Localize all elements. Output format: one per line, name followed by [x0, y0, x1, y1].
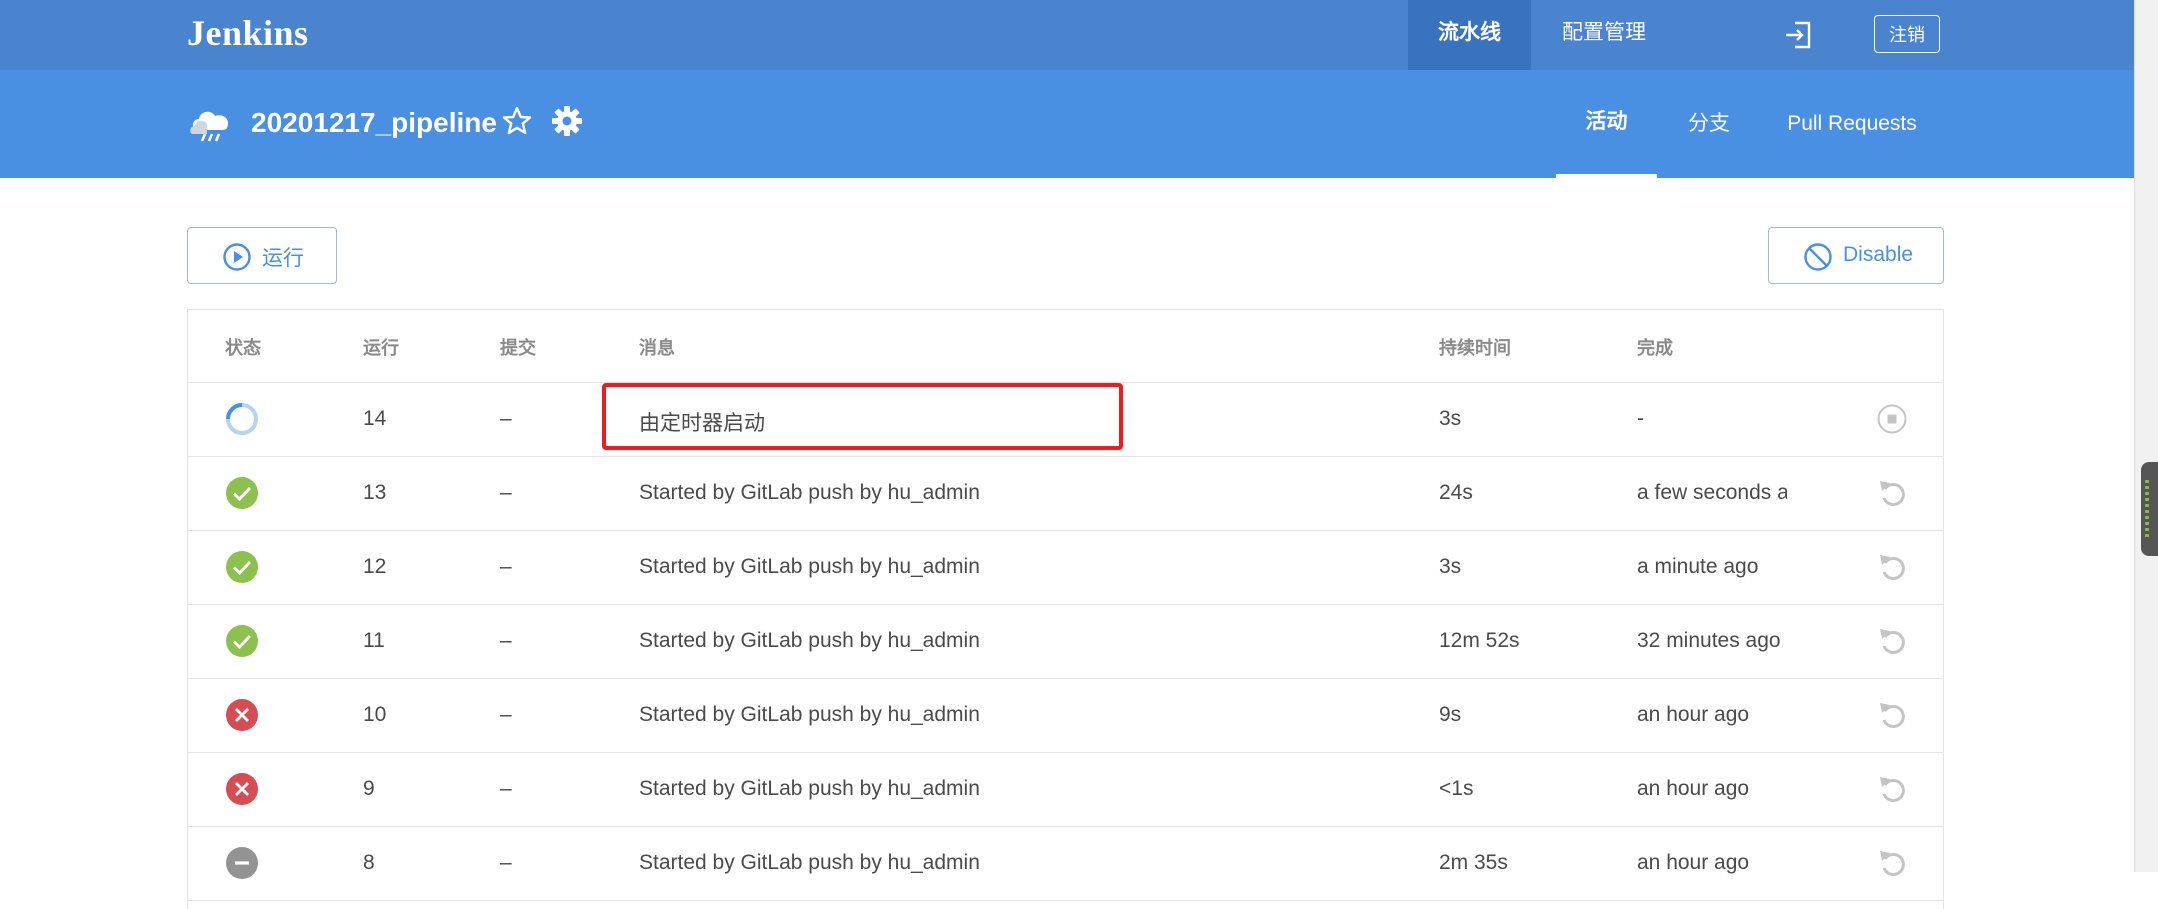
run-message: Started by GitLab push by hu_admin [639, 703, 980, 726]
tab-activity[interactable]: 活动 [1556, 70, 1657, 178]
run-completed: an hour ago [1637, 777, 1750, 800]
run-duration: 9s [1439, 703, 1462, 726]
run-completed: 32 minutes ago [1637, 629, 1781, 652]
run-completed: a minute ago [1637, 555, 1759, 578]
replay-icon[interactable] [1876, 847, 1908, 879]
run-completed: a few seconds ag [1637, 481, 1787, 504]
table-row[interactable]: 9 – Started by GitLab push by hu_admin <… [188, 753, 1943, 827]
header-commit: 提交 [500, 338, 536, 358]
scrollbar-grip [2145, 480, 2149, 538]
run-message: Started by GitLab push by hu_admin [639, 851, 980, 874]
replay-icon[interactable] [1876, 477, 1908, 509]
stop-icon[interactable] [1876, 403, 1908, 435]
run-message: Started by GitLab push by hu_admin [639, 777, 980, 800]
run-button-label: 运行 [262, 247, 304, 270]
commit-id: – [500, 407, 512, 430]
run-button[interactable]: 运行 [187, 227, 337, 284]
table-header: 状态 运行 提交 消息 持续时间 完成 [188, 310, 1943, 383]
success-check-icon [226, 477, 258, 509]
run-message: Started by GitLab push by hu_admin [639, 481, 980, 504]
commit-id: – [500, 555, 512, 578]
tab-pull-requests[interactable]: Pull Requests [1778, 70, 1926, 178]
highlight-annotation [602, 383, 1123, 450]
top-navigation-bar: Jenkins 流水线 配置管理 注销 [0, 0, 2134, 70]
replay-icon[interactable] [1876, 773, 1908, 805]
run-message: Started by GitLab push by hu_admin [639, 629, 980, 652]
run-completed: an hour ago [1637, 703, 1750, 726]
run-number[interactable]: 9 [363, 777, 375, 801]
header-run: 运行 [363, 338, 399, 358]
logout-icon[interactable] [1782, 19, 1814, 51]
run-number[interactable]: 10 [363, 703, 386, 727]
run-number[interactable]: 14 [363, 407, 386, 431]
play-icon [223, 243, 251, 271]
replay-icon[interactable] [1876, 551, 1908, 583]
header-completed: 完成 [1637, 338, 1673, 358]
prohibit-icon [1804, 243, 1832, 271]
run-duration: 3s [1439, 407, 1462, 430]
header-message: 消息 [639, 338, 675, 358]
run-number[interactable]: 13 [363, 481, 386, 505]
run-number[interactable]: 12 [363, 555, 386, 579]
run-duration: 24s [1439, 481, 1473, 504]
run-number[interactable]: 11 [363, 629, 385, 653]
header-duration: 持续时间 [1439, 338, 1511, 358]
run-number[interactable]: 8 [363, 851, 375, 875]
nav-pipelines[interactable]: 流水线 [1408, 0, 1531, 70]
failed-x-icon [226, 699, 258, 731]
settings-gear-icon[interactable] [551, 105, 583, 137]
table-row[interactable]: 10 – Started by GitLab push by hu_admin … [188, 679, 1943, 753]
disable-button[interactable]: Disable [1768, 227, 1944, 284]
tab-branches[interactable]: 分支 [1676, 70, 1742, 178]
disable-button-label: Disable [1843, 243, 1914, 266]
table-row[interactable]: 11 – Started by GitLab push by hu_admin … [188, 605, 1943, 679]
jenkins-logo[interactable]: Jenkins [187, 12, 309, 54]
aborted-icon [226, 847, 258, 879]
table-row[interactable]: 12 – Started by GitLab push by hu_admin … [188, 531, 1943, 605]
commit-id: – [500, 777, 512, 800]
commit-id: – [500, 851, 512, 874]
commit-id: – [500, 629, 512, 652]
run-message: Started by GitLab push by hu_admin [639, 555, 980, 578]
scrollbar-thumb[interactable] [2141, 462, 2158, 556]
table-row[interactable]: 8 – Started by GitLab push by hu_admin 2… [188, 827, 1943, 901]
run-completed: - [1637, 407, 1644, 430]
table-row[interactable]: 13 – Started by GitLab push by hu_admin … [188, 457, 1943, 531]
running-spinner-icon [226, 403, 258, 435]
header-status: 状态 [225, 338, 261, 358]
logout-button[interactable]: 注销 [1874, 15, 1940, 53]
favorite-star-icon[interactable] [501, 105, 533, 137]
run-duration: <1s [1439, 777, 1474, 800]
run-duration: 3s [1439, 555, 1462, 578]
vertical-scrollbar[interactable] [2134, 0, 2158, 872]
commit-id: – [500, 703, 512, 726]
run-completed: an hour ago [1637, 851, 1750, 874]
run-duration: 2m 35s [1439, 851, 1508, 874]
commit-id: – [500, 481, 512, 504]
success-check-icon [226, 625, 258, 657]
success-check-icon [226, 551, 258, 583]
nav-administration[interactable]: 配置管理 [1532, 0, 1676, 70]
weather-rain-icon [190, 111, 229, 142]
failed-x-icon [226, 773, 258, 805]
replay-icon[interactable] [1876, 699, 1908, 731]
run-duration: 12m 52s [1439, 629, 1520, 652]
pipeline-title: 20201217_pipeline [251, 107, 497, 138]
replay-icon[interactable] [1876, 625, 1908, 657]
